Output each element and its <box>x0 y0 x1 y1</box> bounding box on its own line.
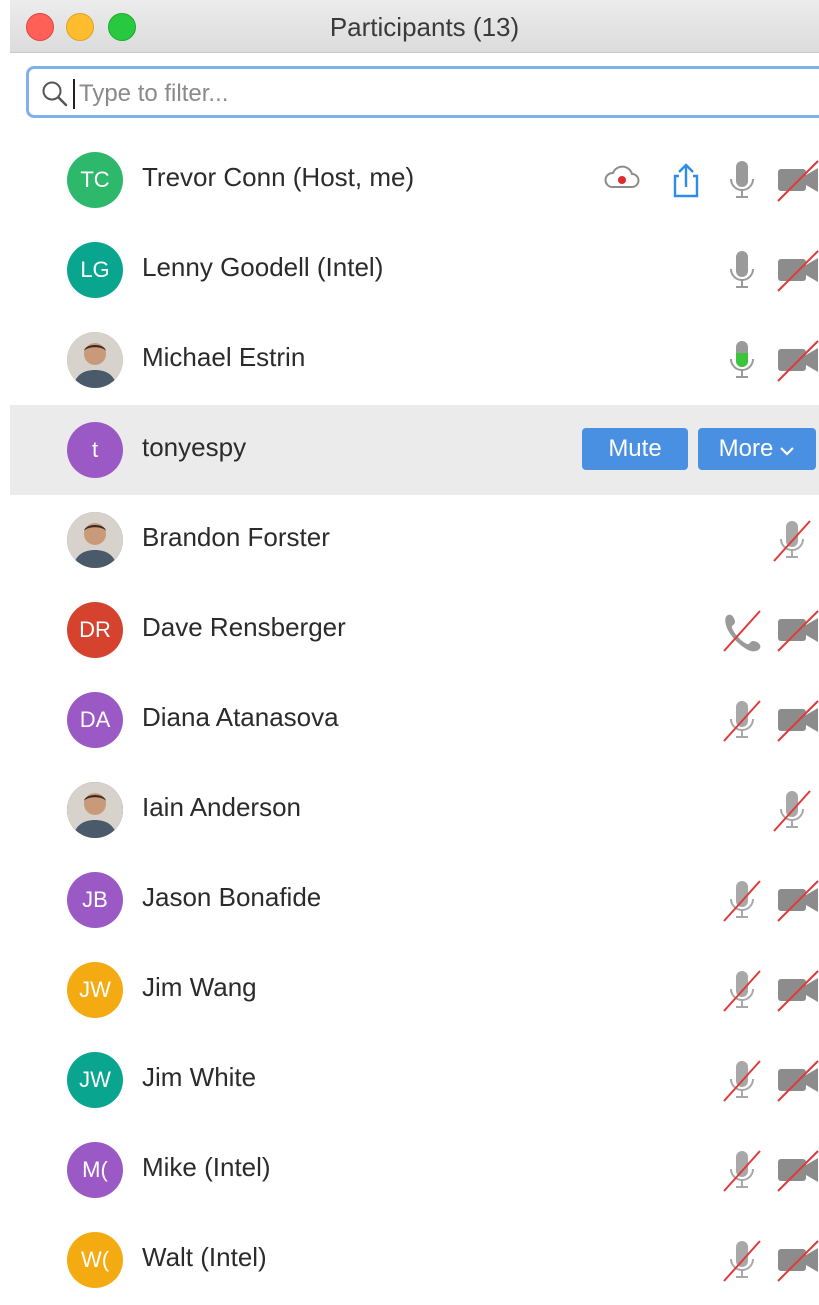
chevron-down-icon <box>779 429 795 471</box>
participant-name: Jim White <box>142 1062 257 1092</box>
participant-name: Mike (Intel) <box>142 1152 271 1182</box>
filter-field[interactable] <box>26 66 819 118</box>
mic-on-icon <box>720 157 764 203</box>
video-off-icon <box>776 1237 819 1283</box>
avatar-photo <box>67 782 123 838</box>
phone-muted-icon <box>720 607 764 653</box>
share-screen-icon[interactable] <box>664 157 708 203</box>
mic-muted-icon <box>720 1147 764 1193</box>
participant-name: tonyespy <box>142 432 247 462</box>
participant-name: Jim Wang <box>142 972 257 1002</box>
cloud-record-icon[interactable] <box>600 157 644 203</box>
video-off-icon <box>776 697 819 743</box>
more-button[interactable]: More <box>698 428 816 470</box>
participant-row[interactable]: DR Dave Rensberger <box>10 585 819 675</box>
mic-on-icon <box>720 247 764 293</box>
mic-muted-icon <box>720 697 764 743</box>
avatar-initials: JB <box>67 872 123 928</box>
participant-name: Brandon Forster <box>142 522 330 552</box>
participant-row[interactable]: LG Lenny Goodell (Intel) <box>10 225 819 315</box>
participant-name: Trevor Conn (Host, me) <box>142 162 415 192</box>
video-off-icon <box>776 157 819 203</box>
mute-button[interactable]: Mute <box>582 428 688 470</box>
mic-muted-icon <box>770 787 814 833</box>
avatar-initials: t <box>67 422 123 478</box>
avatar-initials: LG <box>67 242 123 298</box>
video-off-icon <box>776 247 819 293</box>
search-icon <box>41 80 69 108</box>
avatar-photo <box>67 512 123 568</box>
participant-row[interactable]: DA Diana Atanasova <box>10 675 819 765</box>
participant-name: Dave Rensberger <box>142 612 346 642</box>
window-title: Participants (13) <box>329 12 520 42</box>
avatar-initials: TC <box>67 152 123 208</box>
avatar-initials: JW <box>67 1052 123 1108</box>
video-off-icon <box>776 877 819 923</box>
participant-name: Jason Bonafide <box>142 882 322 912</box>
participant-row[interactable]: JB Jason Bonafide <box>10 855 819 945</box>
mic-muted-icon <box>720 1237 764 1283</box>
title-bar: Participants (13) <box>10 0 819 53</box>
participant-row[interactable]: TC Trevor Conn (Host, me) <box>10 135 819 225</box>
text-caret <box>73 79 75 109</box>
mic-muted-icon <box>720 967 764 1013</box>
participant-row[interactable]: Michael Estrin <box>10 315 819 405</box>
avatar-initials: JW <box>67 962 123 1018</box>
participant-row[interactable]: W( Walt (Intel) <box>10 1215 819 1305</box>
participant-row[interactable]: M( Mike (Intel) <box>10 1125 819 1215</box>
video-off-icon <box>776 337 819 383</box>
avatar-photo <box>67 332 123 388</box>
mic-muted-icon <box>770 517 814 563</box>
participant-row[interactable]: Brandon Forster <box>10 495 819 585</box>
participant-row[interactable]: JW Jim White <box>10 1035 819 1125</box>
filter-input[interactable] <box>77 73 781 115</box>
video-off-icon <box>776 1057 819 1103</box>
participant-name: Michael Estrin <box>142 342 306 372</box>
mic-muted-icon <box>720 877 764 923</box>
mic-muted-icon <box>720 1057 764 1103</box>
avatar-initials: W( <box>67 1232 123 1288</box>
participant-name: Iain Anderson <box>142 792 302 822</box>
video-off-icon <box>776 1147 819 1193</box>
participant-row[interactable]: JW Jim Wang <box>10 945 819 1035</box>
participant-row[interactable]: Iain Anderson <box>10 765 819 855</box>
mic-active-icon <box>720 337 764 383</box>
video-off-icon <box>776 967 819 1013</box>
participant-name: Lenny Goodell (Intel) <box>142 252 384 282</box>
more-button-label: More <box>718 435 774 462</box>
avatar-initials: M( <box>67 1142 123 1198</box>
participant-row[interactable]: t tonyespy Mute More <box>10 405 819 495</box>
video-off-icon <box>776 607 819 653</box>
participant-name: Diana Atanasova <box>142 702 339 732</box>
avatar-initials: DR <box>67 602 123 658</box>
participant-name: Walt (Intel) <box>142 1242 267 1272</box>
avatar-initials: DA <box>67 692 123 748</box>
